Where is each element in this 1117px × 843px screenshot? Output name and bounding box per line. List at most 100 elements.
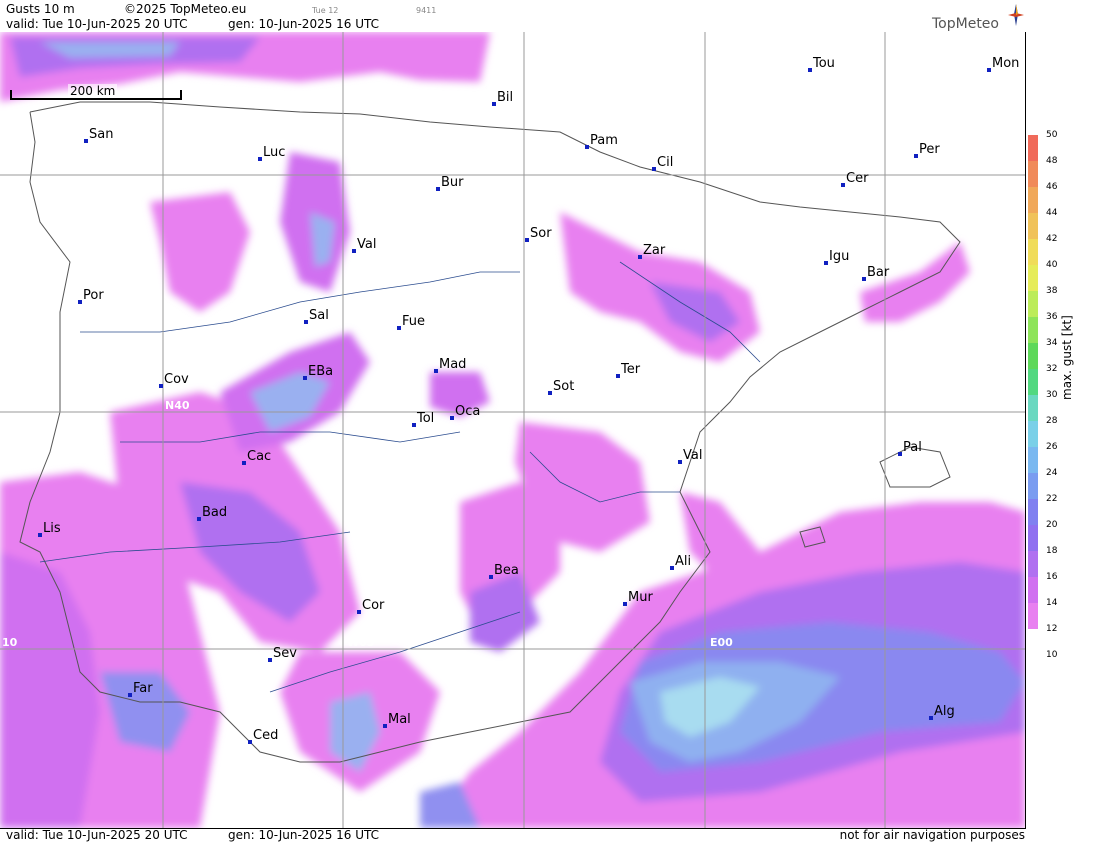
legend-tick-label: 16 — [1046, 572, 1058, 582]
city-label: Cer — [846, 171, 869, 186]
city-dot — [525, 238, 529, 242]
city-label: Fue — [402, 314, 425, 329]
city-label: Far — [133, 681, 153, 696]
legend-tick-label: 48 — [1046, 156, 1058, 166]
city-marker: Sal — [304, 308, 329, 324]
legend-tick-label: 28 — [1046, 416, 1058, 426]
city-dot — [248, 740, 252, 744]
grid-label-n40-east: N40 — [890, 399, 915, 412]
city-label: Sor — [530, 226, 552, 241]
city-label: Pam — [590, 133, 618, 148]
legend-swatch — [1028, 447, 1038, 473]
city-dot — [303, 376, 307, 380]
topmeteo-logo[interactable]: TopMeteo — [930, 4, 1024, 32]
grid-label-e00: E00 — [710, 636, 733, 649]
legend-swatch — [1028, 551, 1038, 577]
copyright-text: ©2025 TopMeteo.eu — [124, 2, 247, 16]
city-dot — [450, 416, 454, 420]
city-dot — [585, 145, 589, 149]
city-dot — [78, 300, 82, 304]
legend-swatch — [1028, 213, 1038, 239]
legend-swatch — [1028, 577, 1038, 603]
legend-tick-label: 18 — [1046, 546, 1058, 556]
city-marker: San — [84, 127, 113, 143]
logo-text: TopMeteo — [932, 16, 999, 32]
city-dot — [678, 460, 682, 464]
city-dot — [357, 610, 361, 614]
gust-map[interactable]: N40 N40 W05 E00 10 Tou Mon Bil San Pam Luc Per… — [0, 32, 1026, 829]
legend-tick-label: 36 — [1046, 312, 1058, 322]
city-label: Bil — [497, 90, 513, 105]
city-label: Mad — [439, 357, 466, 372]
city-marker: Por — [78, 288, 104, 304]
city-dot — [808, 68, 812, 72]
city-marker: Mad — [434, 357, 466, 373]
city-label: Lis — [43, 521, 61, 536]
city-marker: Oca — [450, 404, 480, 420]
city-marker: Pam — [585, 133, 618, 149]
legend-swatch — [1028, 239, 1038, 265]
city-label: Alg — [934, 704, 955, 719]
city-dot — [638, 255, 642, 259]
city-dot — [548, 391, 552, 395]
city-label: Zar — [643, 243, 666, 258]
city-dot — [862, 277, 866, 281]
city-dot — [38, 533, 42, 537]
footer-generated-time: gen: 10-Jun-2025 16 UTC — [228, 828, 380, 842]
city-marker: Bil — [492, 90, 513, 106]
legend-tick-label: 46 — [1046, 182, 1058, 192]
map-canvas: N40 N40 W05 E00 10 Tou Mon Bil San Pam Luc Per… — [0, 32, 1025, 828]
legend-tick-label: 12 — [1046, 624, 1058, 634]
city-marker: EBa — [303, 364, 333, 380]
legend-swatch — [1028, 395, 1038, 421]
legend-tick-label: 40 — [1046, 260, 1058, 270]
city-label: Por — [83, 288, 104, 303]
grid-label-n40-west: N40 — [165, 399, 190, 412]
legend-title: max. gust [kt] — [1060, 315, 1074, 400]
city-marker: Sev — [268, 646, 297, 662]
city-label: Mur — [628, 590, 653, 605]
city-marker: Val — [678, 448, 702, 464]
valid-time: valid: Tue 10-Jun-2025 20 UTC — [6, 17, 188, 31]
city-dot — [84, 139, 88, 143]
city-marker: Bur — [436, 175, 464, 191]
city-label: Luc — [263, 145, 285, 160]
city-marker: Bea — [489, 563, 519, 579]
city-dot — [397, 326, 401, 330]
city-dot — [841, 183, 845, 187]
city-label: Ali — [675, 554, 691, 569]
city-dot — [670, 566, 674, 570]
city-marker: Luc — [258, 145, 285, 161]
legend-tick-label: 44 — [1046, 208, 1058, 218]
compass-star-icon — [1008, 4, 1024, 26]
city-dot — [258, 157, 262, 161]
product-title: Gusts 10 m — [6, 2, 75, 16]
city-dot — [434, 369, 438, 373]
city-dot — [159, 384, 163, 388]
scale-bar: 200 km — [10, 84, 182, 102]
legend-tick-label: 30 — [1046, 390, 1058, 400]
city-marker: Cac — [242, 449, 271, 465]
legend-swatch — [1028, 343, 1038, 369]
city-label: Tou — [812, 56, 835, 71]
city-marker: Igu — [824, 249, 849, 265]
city-label: Bad — [202, 505, 227, 520]
legend-swatch — [1028, 265, 1038, 291]
city-marker: Sor — [525, 226, 552, 242]
legend-tick-label: 14 — [1046, 598, 1058, 608]
city-marker: Val — [352, 237, 376, 253]
legend-swatch — [1028, 473, 1038, 499]
city-dot — [914, 154, 918, 158]
city-dot — [987, 68, 991, 72]
city-marker: Cor — [357, 598, 385, 614]
city-dot — [436, 187, 440, 191]
city-marker: Bar — [862, 265, 890, 281]
city-dot — [898, 452, 902, 456]
city-label: Oca — [455, 404, 480, 419]
legend-swatch — [1028, 291, 1038, 317]
city-label: Val — [357, 237, 376, 252]
city-marker: Fue — [397, 314, 425, 330]
city-dot — [304, 320, 308, 324]
city-label: Sot — [553, 379, 574, 394]
legend-swatch — [1028, 187, 1038, 213]
